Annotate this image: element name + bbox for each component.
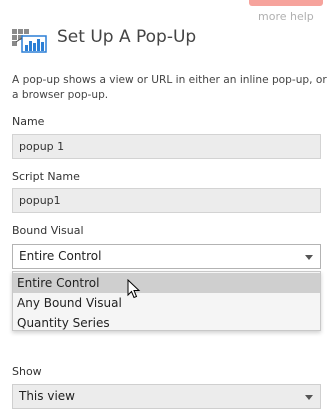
top-action-button[interactable] xyxy=(249,0,323,6)
dropdown-option-any-bound-visual[interactable]: Any Bound Visual xyxy=(13,293,320,313)
show-label: Show xyxy=(12,365,42,378)
name-label: Name xyxy=(12,115,45,128)
dropdown-option-entire-control[interactable]: Entire Control xyxy=(13,273,320,293)
bound-visual-dropdown: Entire Control Any Bound Visual Quantity… xyxy=(12,271,321,331)
bound-visual-select[interactable]: Entire Control xyxy=(12,244,321,269)
show-select[interactable]: This view xyxy=(12,384,321,409)
name-field[interactable]: popup 1 xyxy=(12,134,321,159)
script-name-field[interactable]: popup1 xyxy=(12,188,321,213)
mouse-cursor-icon xyxy=(127,279,141,299)
bound-visual-selected-value: Entire Control xyxy=(19,249,102,263)
page-title: Set Up A Pop-Up xyxy=(57,27,197,47)
dropdown-option-quantity-series[interactable]: Quantity Series xyxy=(13,313,320,333)
show-selected-value: This view xyxy=(19,389,75,403)
chevron-down-icon[interactable] xyxy=(305,255,313,260)
bound-visual-label: Bound Visual xyxy=(12,224,84,237)
chevron-down-icon[interactable] xyxy=(305,395,313,400)
script-name-label: Script Name xyxy=(12,170,80,183)
popup-chart-icon xyxy=(12,29,47,53)
description-text: A pop-up shows a view or URL in either a… xyxy=(12,74,327,101)
more-help-link[interactable]: more help xyxy=(258,10,314,23)
